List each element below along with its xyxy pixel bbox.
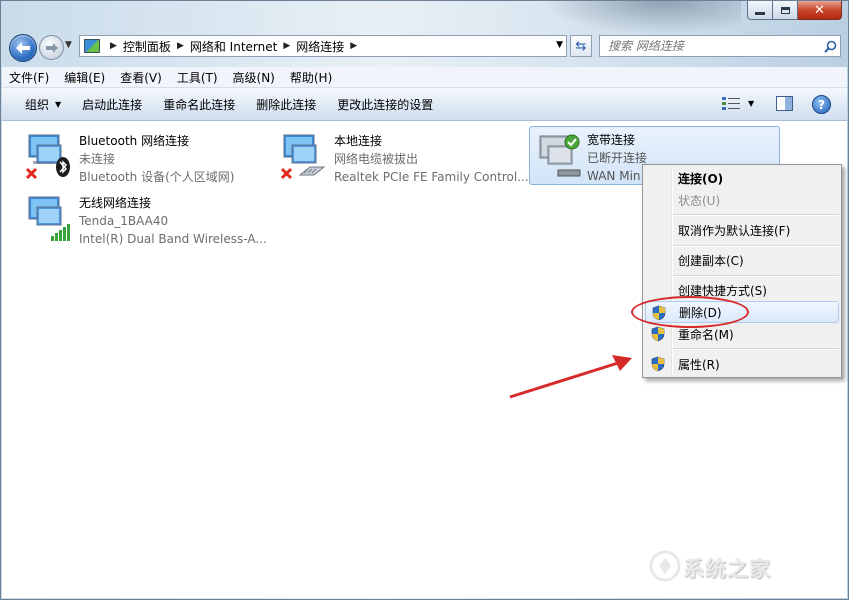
back-button[interactable] <box>9 34 37 62</box>
address-bar[interactable]: ▶ 控制面板 ▶ 网络和 Internet ▶ 网络连接 ▶ ▼ <box>79 35 567 57</box>
ethernet-network-icon <box>280 134 326 180</box>
close-button[interactable]: ✕ <box>798 1 842 20</box>
wireless-network-icon <box>28 196 70 241</box>
refresh-button[interactable]: ⇆ <box>570 35 592 57</box>
maximize-button[interactable] <box>773 1 798 20</box>
menu-separator <box>673 275 839 277</box>
connection-device: Intel(R) Dual Band Wireless-A... <box>79 232 267 246</box>
connection-status: 未连接 <box>79 152 116 166</box>
delete-connection-button[interactable]: 删除此连接 <box>256 96 316 113</box>
command-bar: 组织 ▼ 启动此连接 重命名此连接 删除此连接 更改此连接的设置 ▼ ? <box>2 88 847 121</box>
organize-label: 组织 <box>25 97 50 112</box>
search-icon[interactable] <box>820 40 840 53</box>
help-button[interactable]: ? <box>812 95 831 114</box>
menu-item-label: 取消作为默认连接(F) <box>678 223 791 238</box>
menu-item-create-copy[interactable]: 创建副本(C) <box>645 249 839 271</box>
search-box[interactable] <box>599 35 841 57</box>
caption-buttons: ✕ <box>747 1 842 21</box>
change-view-button[interactable]: ▼ <box>722 96 754 110</box>
connection-status: 已断开连接 <box>587 151 648 165</box>
watermark-text: 系统之家 <box>683 557 771 581</box>
minimize-button[interactable] <box>747 1 773 20</box>
connection-item-bluetooth[interactable]: Bluetooth 网络连接 未连接 Bluetooth 设备(个人区域网) <box>9 126 259 184</box>
menu-item-status: 状态(U) <box>645 189 839 211</box>
menu-separator <box>673 245 839 247</box>
organize-button[interactable]: 组织 ▼ <box>25 96 61 113</box>
connection-device: Bluetooth 设备(个人区域网) <box>79 170 235 184</box>
refresh-icon: ⇆ <box>575 38 587 54</box>
chevron-right-icon[interactable]: ▶ <box>177 41 184 51</box>
change-connection-settings-button[interactable]: 更改此连接的设置 <box>337 96 433 113</box>
menu-item-properties[interactable]: 属性(R) <box>645 353 839 375</box>
maximize-icon <box>780 6 790 14</box>
arrow-left-icon <box>16 42 30 54</box>
preview-pane-button[interactable] <box>776 96 793 114</box>
menu-item-label: 状态(U) <box>678 193 721 208</box>
connection-name: Bluetooth 网络连接 <box>79 134 190 148</box>
connection-name: 本地连接 <box>334 134 383 148</box>
annotation-arrow-icon <box>509 355 632 399</box>
navigation-bar: ▼ ▶ 控制面板 ▶ 网络和 Internet ▶ 网络连接 ▶ ▼ ⇆ <box>1 27 848 65</box>
breadcrumb-control-panel[interactable]: 控制面板 <box>123 38 171 55</box>
bluetooth-network-icon <box>25 134 70 180</box>
close-icon: ✕ <box>814 2 825 18</box>
menu-item-label: 连接(O) <box>678 171 724 186</box>
chevron-right-icon[interactable]: ▶ <box>350 41 357 51</box>
uac-shield-icon <box>651 326 665 342</box>
preview-pane-icon <box>776 96 793 111</box>
menu-separator <box>673 348 839 350</box>
connection-name: 无线网络连接 <box>79 196 152 210</box>
annotation-highlight-ellipse <box>631 296 749 328</box>
uac-shield-icon <box>651 356 665 372</box>
menu-bar: 文件(F) 编辑(E) 查看(V) 工具(T) 高级(N) 帮助(H) <box>2 67 847 88</box>
connection-name: 宽带连接 <box>587 133 636 147</box>
connection-status: 网络电缆被拔出 <box>334 152 419 166</box>
chevron-right-icon[interactable]: ▶ <box>283 41 290 51</box>
connection-item-wireless[interactable]: 无线网络连接 Tenda_1BAA40 Intel(R) Dual Band W… <box>9 188 267 246</box>
rename-connection-button[interactable]: 重命名此连接 <box>163 96 235 113</box>
arrow-right-icon <box>45 42 58 53</box>
breadcrumb-network-connections[interactable]: 网络连接 <box>296 38 344 55</box>
connection-device: WAN Min <box>587 169 641 183</box>
menu-item-cancel-default[interactable]: 取消作为默认连接(F) <box>645 219 839 241</box>
menu-item-label: 创建副本(C) <box>678 253 744 268</box>
view-list-icon <box>722 97 740 110</box>
address-dropdown-icon[interactable]: ▼ <box>556 40 563 50</box>
broadband-network-icon <box>539 134 581 177</box>
connection-status: Tenda_1BAA40 <box>79 214 169 228</box>
menu-view[interactable]: 查看(V) <box>113 69 170 86</box>
menu-tools[interactable]: 工具(T) <box>170 69 226 86</box>
context-menu: 连接(O) 状态(U) 取消作为默认连接(F) 创建副本(C) 创建快捷方式(S… <box>642 164 842 378</box>
recent-pages-dropdown[interactable]: ▼ <box>65 40 72 50</box>
explorer-window: ✕ ▼ ▶ 控制面板 ▶ 网络和 Internet ▶ 网络连接 ▶ ▼ ⇆ 搜… <box>0 0 849 600</box>
minimize-icon <box>755 11 765 15</box>
connection-device: Realtek PCIe FE Family Control... <box>334 170 529 184</box>
menu-item-label: 属性(R) <box>678 357 720 372</box>
menu-item-connect[interactable]: 连接(O) <box>645 167 839 189</box>
chevron-down-icon: ▼ <box>55 99 62 109</box>
chevron-down-icon: ▼ <box>748 98 755 108</box>
start-connection-button[interactable]: 启动此连接 <box>82 96 142 113</box>
menu-file[interactable]: 文件(F) <box>2 69 57 86</box>
connection-item-local[interactable]: 本地连接 网络电缆被拔出 Realtek PCIe FE Family Cont… <box>264 126 529 184</box>
menu-edit[interactable]: 编辑(E) <box>57 69 113 86</box>
menu-separator <box>673 214 839 216</box>
breadcrumb-network-internet[interactable]: 网络和 Internet <box>190 38 277 55</box>
menu-advanced[interactable]: 高级(N) <box>226 69 283 86</box>
chevron-right-icon[interactable]: ▶ <box>110 41 117 51</box>
watermark-logo-icon <box>649 550 681 582</box>
forward-button[interactable] <box>39 35 64 60</box>
menu-help[interactable]: 帮助(H) <box>283 69 340 86</box>
control-panel-icon <box>84 39 100 53</box>
search-input[interactable] <box>600 38 820 54</box>
menu-item-label: 重命名(M) <box>678 327 734 342</box>
